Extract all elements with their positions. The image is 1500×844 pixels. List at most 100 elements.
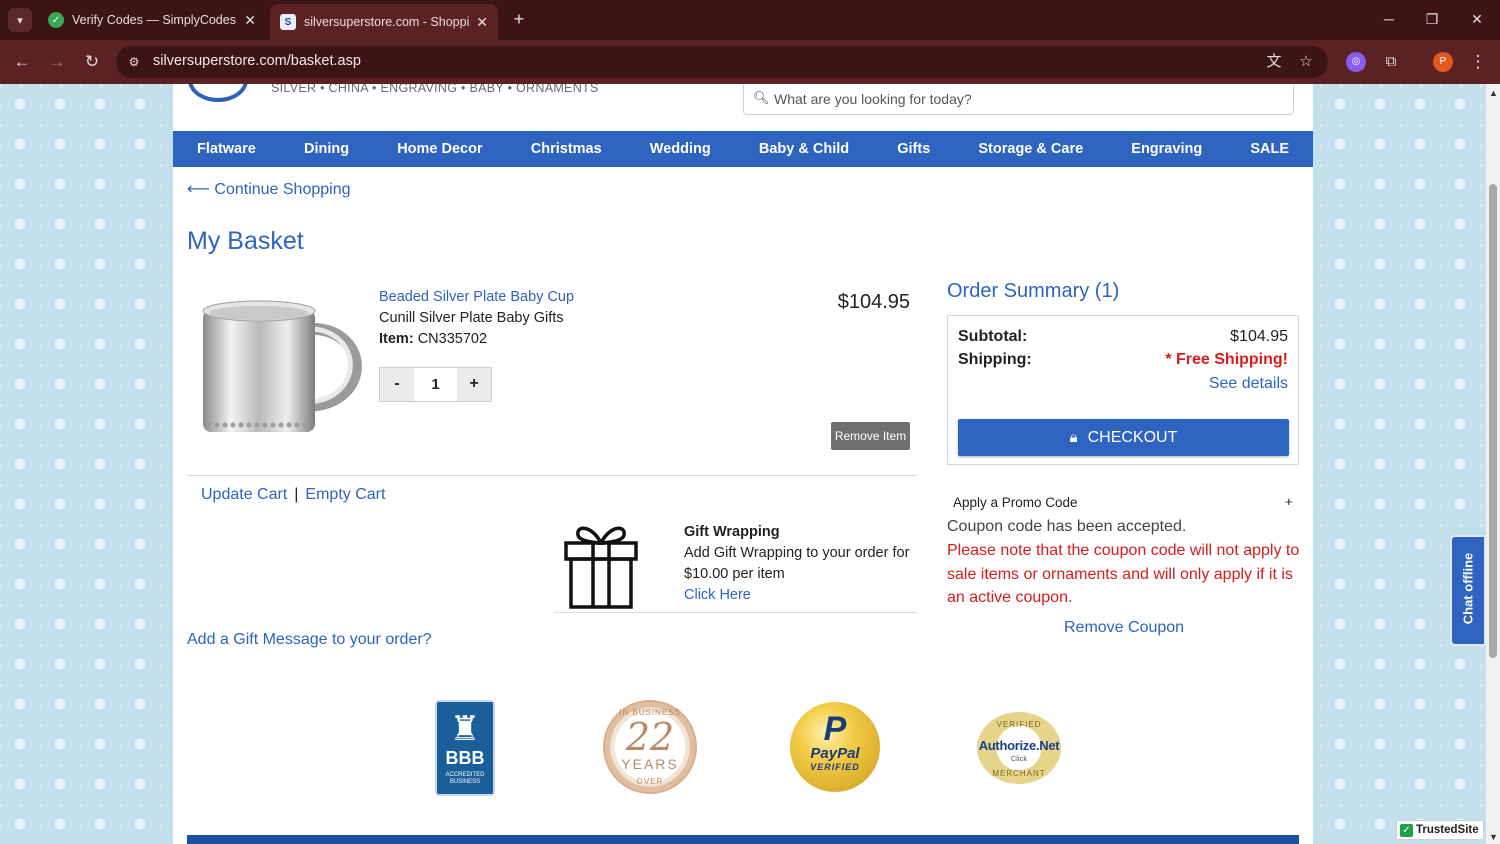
item-number: CN335702 bbox=[417, 331, 488, 347]
gift-wrap-text: Add Gift Wrapping to your order for bbox=[684, 545, 910, 561]
reload-icon[interactable]: ↻ bbox=[80, 50, 104, 74]
product-image-baby-cup[interactable] bbox=[195, 294, 375, 444]
paypal-brand: PayPal bbox=[810, 745, 860, 762]
scroll-up-icon[interactable]: ▲ bbox=[1489, 88, 1498, 98]
address-bar[interactable]: ⚙ silversuperstore.com/basket.asp 文 ☆ bbox=[116, 46, 1328, 78]
paypal-logo-icon: P bbox=[823, 710, 847, 748]
close-tab-icon[interactable]: ✕ bbox=[476, 14, 488, 31]
chat-offline-tab[interactable]: Chat offline bbox=[1450, 535, 1486, 646]
years-badge-top: IN BUSINESS bbox=[619, 708, 681, 717]
authorize-net-badge[interactable]: VERIFIED Authorize.Net Click MERCHANT bbox=[977, 712, 1061, 784]
tab-search-button[interactable]: ▾ bbox=[8, 8, 32, 32]
continue-shopping-label: Continue Shopping bbox=[214, 181, 351, 198]
gift-wrap-price: $10.00 per item bbox=[684, 566, 785, 582]
coupon-warning: Please note that the coupon code will no… bbox=[947, 542, 1300, 606]
simplycodes-favicon-icon: ✓ bbox=[48, 12, 64, 28]
gift-message-link[interactable]: Add a Gift Message to your order? bbox=[187, 631, 432, 649]
cart-actions: Update Cart | Empty Cart bbox=[201, 486, 385, 504]
nav-dining[interactable]: Dining bbox=[304, 141, 349, 157]
authnet-bottom: MERCHANT bbox=[992, 769, 1046, 778]
trustedsite-label: TrustedSite bbox=[1416, 824, 1479, 836]
empty-cart-link[interactable]: Empty Cart bbox=[305, 486, 385, 503]
quantity-increase-button[interactable]: + bbox=[457, 368, 491, 401]
tab-silversuperstore[interactable]: S silversuperstore.com - Shopping ✕ bbox=[270, 4, 498, 40]
continue-shopping-link[interactable]: ⟵ Continue Shopping bbox=[187, 179, 351, 199]
url-text[interactable]: silversuperstore.com/basket.asp bbox=[153, 53, 361, 69]
checkout-label: CHECKOUT bbox=[1087, 428, 1178, 446]
gift-box-icon bbox=[564, 526, 638, 609]
promo-code-toggle[interactable]: Apply a Promo Code bbox=[953, 495, 1078, 510]
divider bbox=[554, 612, 917, 613]
tab-simplycodes[interactable]: ✓ Verify Codes — SimplyCodes ✕ bbox=[38, 4, 266, 36]
scroll-thumb[interactable] bbox=[1489, 184, 1497, 658]
lock-icon: 🔒︎ bbox=[1069, 429, 1078, 446]
extensions-puzzle-icon[interactable]: ⧉ bbox=[1381, 52, 1401, 72]
page-viewport: SILVER • CHINA • ENGRAVING • BABY • ORNA… bbox=[0, 84, 1486, 844]
tab-title: Verify Codes — SimplyCodes bbox=[72, 13, 236, 27]
translate-icon[interactable]: 文 bbox=[1264, 52, 1284, 72]
forward-icon[interactable]: → bbox=[45, 50, 69, 74]
checkout-button[interactable]: 🔒︎ CHECKOUT bbox=[958, 419, 1289, 456]
close-window-icon[interactable]: ✕ bbox=[1465, 8, 1489, 30]
bbb-torch-icon: ♜ bbox=[449, 710, 481, 748]
gift-wrap-link[interactable]: Click Here bbox=[684, 587, 751, 603]
search-placeholder: What are you looking for today? bbox=[774, 91, 972, 107]
new-tab-button[interactable]: + bbox=[508, 8, 530, 30]
minimize-icon[interactable]: ─ bbox=[1377, 8, 1401, 30]
nav-engraving[interactable]: Engraving bbox=[1131, 141, 1202, 157]
product-brand: Cunill Silver Plate Baby Gifts bbox=[379, 310, 564, 326]
restore-icon[interactable]: ❐ bbox=[1420, 8, 1444, 30]
nav-home-decor[interactable]: Home Decor bbox=[397, 141, 482, 157]
search-icon: 🔍︎ bbox=[753, 90, 770, 105]
search-input[interactable]: 🔍︎ What are you looking for today? bbox=[743, 85, 1294, 115]
promo-expand-icon[interactable]: + bbox=[1285, 494, 1293, 509]
tab-title: silversuperstore.com - Shopping bbox=[304, 15, 471, 29]
shipping-value: * Free Shipping! bbox=[1165, 351, 1288, 368]
browser-tab-bar: ▾ ✓ Verify Codes — SimplyCodes ✕ S silve… bbox=[0, 0, 1500, 40]
nav-gifts[interactable]: Gifts bbox=[897, 141, 930, 157]
years-badge-word: YEARS bbox=[621, 756, 679, 772]
page-content: SILVER • CHINA • ENGRAVING • BABY • ORNA… bbox=[173, 84, 1313, 844]
trustedsite-badge[interactable]: ✓ TrustedSite bbox=[1396, 820, 1484, 840]
bbb-accredited-badge[interactable]: ♜ BBB ACCREDITED BUSINESS bbox=[435, 700, 495, 796]
bbb-mark: BBB bbox=[445, 748, 485, 768]
site-info-icon[interactable]: ⚙ bbox=[126, 54, 142, 70]
bookmark-star-icon[interactable]: ☆ bbox=[1296, 52, 1316, 72]
subtotal-value: $104.95 bbox=[1230, 328, 1288, 345]
arrow-left-icon: ⟵ bbox=[187, 181, 215, 198]
nav-flatware[interactable]: Flatware bbox=[197, 141, 256, 157]
checkmark-icon: ✓ bbox=[1400, 824, 1413, 837]
update-cart-link[interactable]: Update Cart bbox=[201, 486, 287, 503]
nav-baby-child[interactable]: Baby & Child bbox=[759, 141, 849, 157]
menu-kebab-icon[interactable]: ⋮ bbox=[1466, 50, 1490, 74]
product-price: $104.95 bbox=[837, 291, 910, 313]
nav-christmas[interactable]: Christmas bbox=[531, 141, 602, 157]
scroll-down-icon[interactable]: ▼ bbox=[1489, 832, 1498, 842]
extension-icon[interactable]: ◎ bbox=[1346, 52, 1366, 72]
see-details-link[interactable]: See details bbox=[1209, 375, 1288, 393]
remove-coupon-link[interactable]: Remove Coupon bbox=[1064, 619, 1184, 637]
years-badge-number: 22 bbox=[625, 715, 675, 759]
quantity-input[interactable]: 1 bbox=[414, 368, 457, 401]
page-title: My Basket bbox=[187, 227, 304, 255]
product-item-number: Item: CN335702 bbox=[379, 331, 487, 347]
store-logo[interactable] bbox=[188, 84, 248, 102]
quantity-decrease-button[interactable]: - bbox=[380, 368, 414, 401]
close-tab-icon[interactable]: ✕ bbox=[244, 12, 256, 29]
gift-wrap-title: Gift Wrapping bbox=[684, 524, 780, 540]
page-scrollbar[interactable]: ▲ ▼ bbox=[1486, 84, 1500, 844]
back-icon[interactable]: ← bbox=[10, 50, 34, 74]
remove-item-button[interactable]: Remove Item bbox=[831, 422, 910, 450]
subtotal-label: Subtotal: bbox=[958, 328, 1028, 345]
separator: | bbox=[294, 486, 299, 503]
authnet-brand: Authorize.Net bbox=[978, 738, 1060, 753]
footer-bar bbox=[187, 835, 1299, 844]
nav-storage-care[interactable]: Storage & Care bbox=[978, 141, 1083, 157]
years-in-business-badge: IN BUSINESS 22 YEARS OVER bbox=[603, 700, 697, 794]
nav-wedding[interactable]: Wedding bbox=[650, 141, 711, 157]
order-summary-box: Subtotal: $104.95 Shipping: * Free Shipp… bbox=[947, 315, 1299, 465]
nav-sale[interactable]: SALE bbox=[1250, 141, 1289, 157]
product-name-link[interactable]: Beaded Silver Plate Baby Cup bbox=[379, 289, 574, 305]
paypal-verified-badge[interactable]: P PayPal VERIFIED bbox=[790, 702, 880, 792]
profile-avatar[interactable]: P bbox=[1433, 52, 1453, 72]
